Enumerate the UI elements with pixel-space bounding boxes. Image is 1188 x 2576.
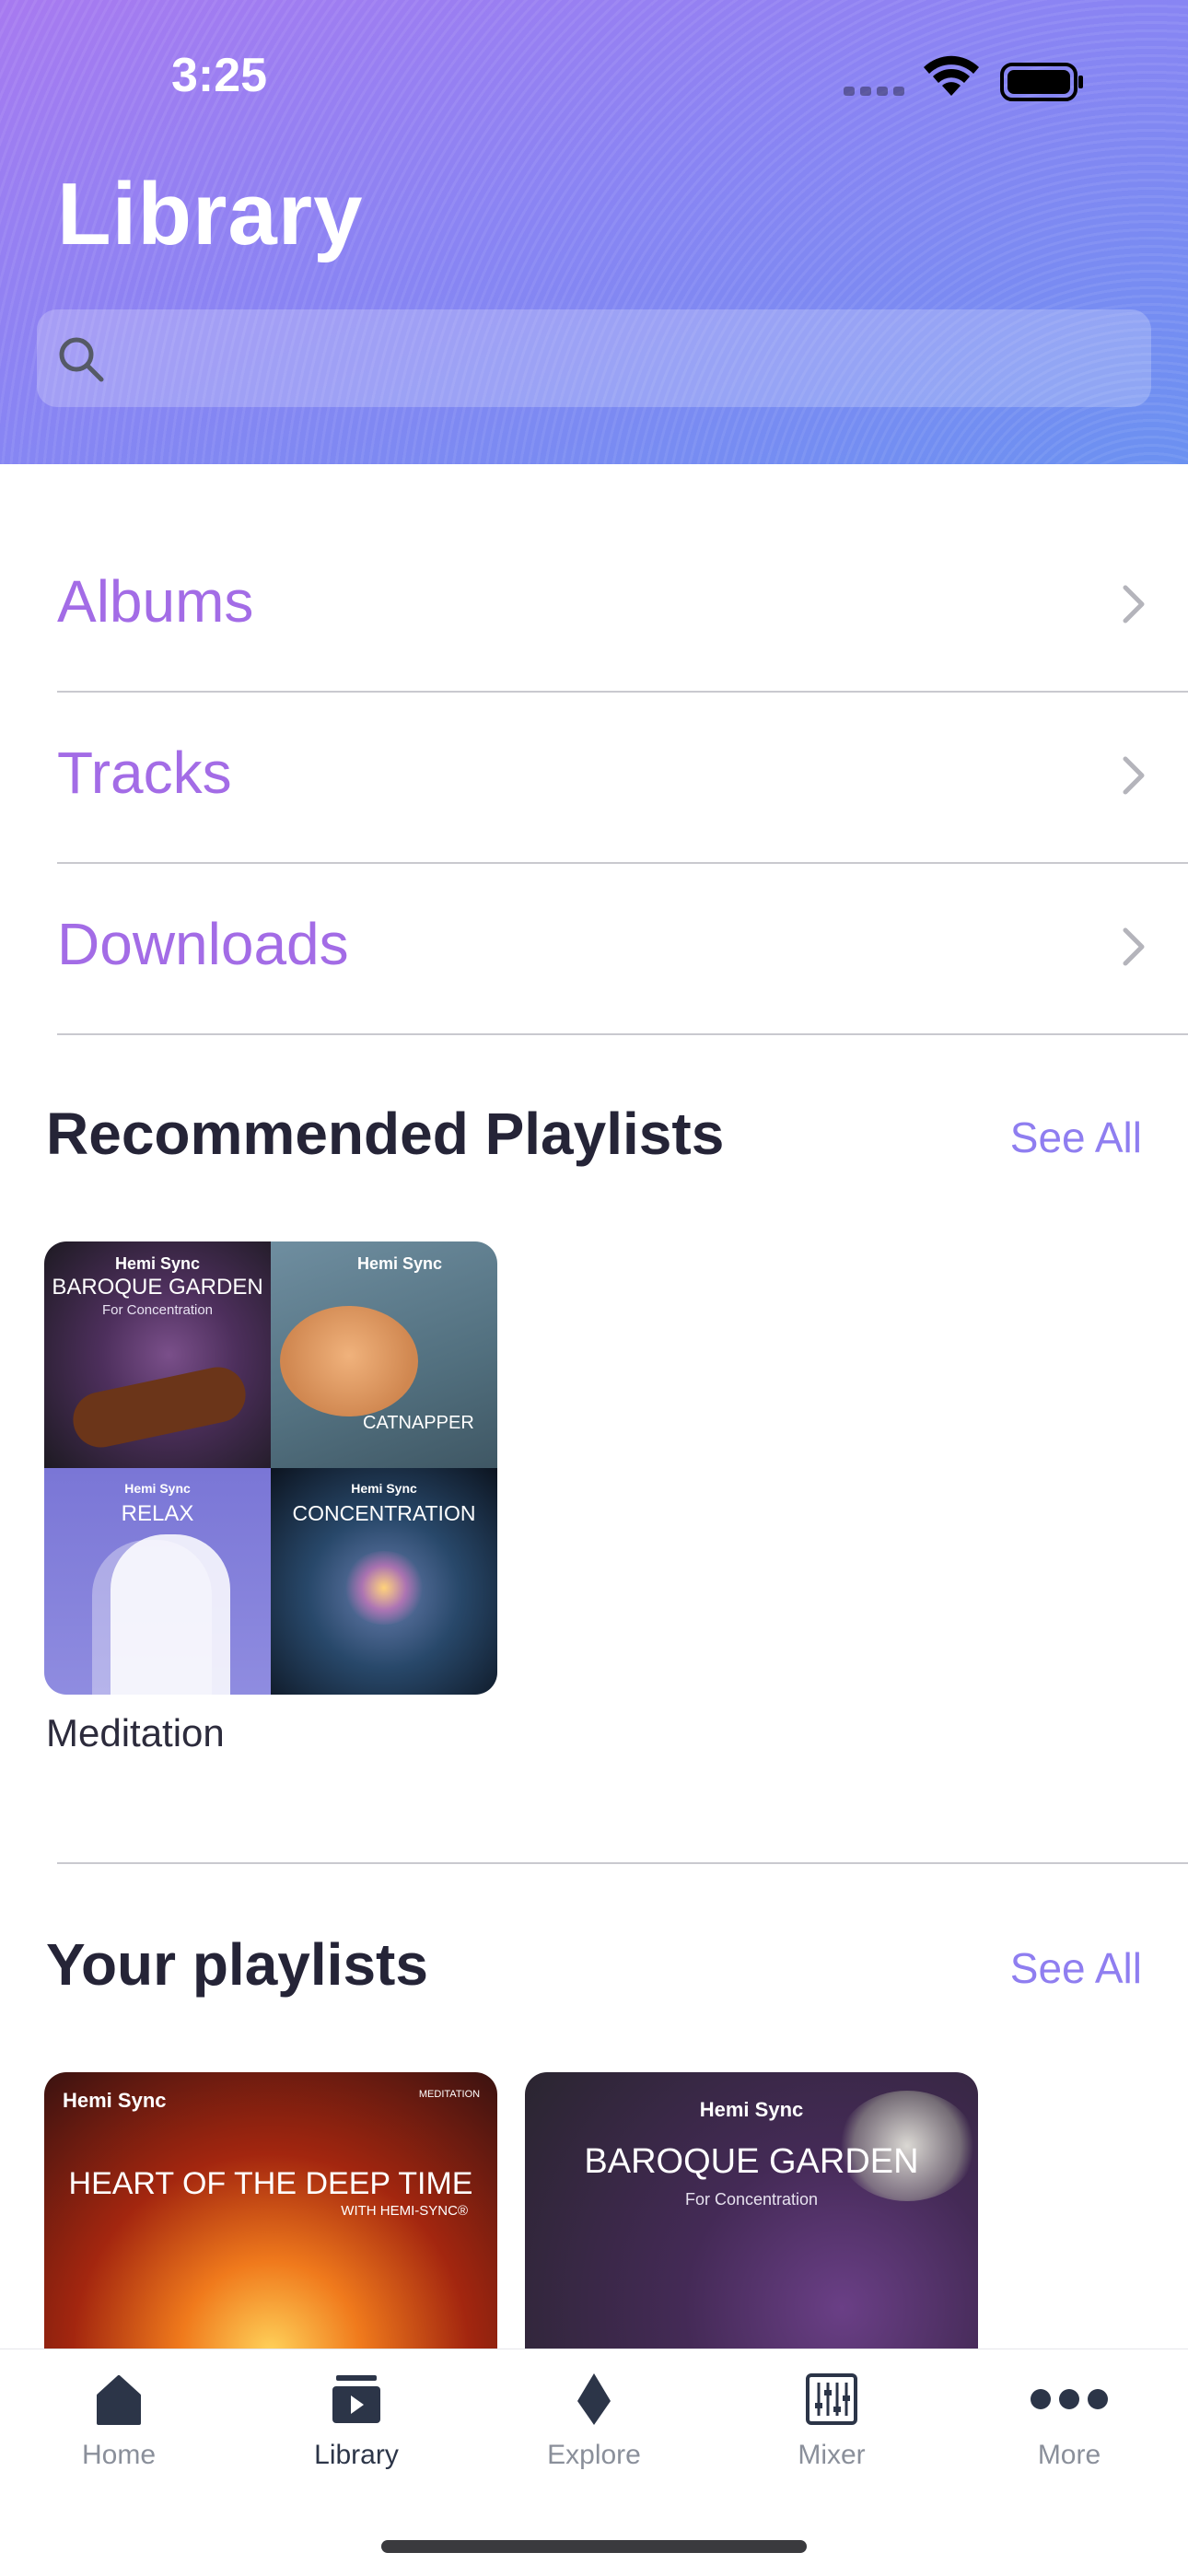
tab-label: Home bbox=[81, 2440, 157, 2470]
cover-title: CATNAPPER bbox=[363, 1413, 474, 1433]
tab-label: Mixer bbox=[798, 2440, 866, 2470]
status-icons bbox=[844, 55, 1083, 101]
library-header: 3:25 Library bbox=[0, 0, 1188, 464]
tab-label: Library bbox=[314, 2440, 399, 2470]
battery-icon bbox=[1000, 63, 1083, 101]
menu-row-label: Albums bbox=[57, 568, 254, 635]
head-silhouette bbox=[111, 1534, 230, 1695]
section-title-recommended: Recommended Playlists bbox=[46, 1101, 725, 1167]
home-icon bbox=[97, 2375, 141, 2425]
cover-brand: Hemi Sync bbox=[699, 2098, 804, 2121]
cat-shape bbox=[280, 1306, 418, 1416]
cover-brand: Hemi Sync bbox=[124, 1481, 191, 1496]
chevron-right-icon bbox=[1123, 585, 1145, 624]
cover-title: BAROQUE GARDEN bbox=[52, 1275, 263, 1300]
wifi-icon bbox=[924, 55, 979, 96]
signal-icon bbox=[844, 87, 904, 96]
tab-label: Explore bbox=[547, 2440, 641, 2470]
menu-row-albums[interactable]: Albums bbox=[57, 519, 1188, 693]
cover-brand: Hemi Sync bbox=[114, 1254, 201, 1273]
page-title: Library bbox=[57, 165, 364, 263]
cover-brand: Hemi Sync bbox=[351, 1481, 417, 1496]
search-input[interactable] bbox=[125, 309, 1133, 409]
cover-brand: Hemi Sync bbox=[356, 1254, 443, 1273]
playlist-cover-heart-of-the-deep-time[interactable]: Hemi Sync MEDITATION HEART OF THE DEEP T… bbox=[44, 2072, 497, 2367]
cover-badge: MEDITATION bbox=[418, 2089, 481, 2100]
mixer-icon bbox=[806, 2373, 857, 2425]
section-divider bbox=[57, 1862, 1188, 1864]
album-art-catnapper: Hemi Sync CATNAPPER bbox=[271, 1241, 497, 1468]
home-indicator bbox=[381, 2540, 807, 2553]
menu-row-label: Downloads bbox=[57, 911, 349, 977]
tab-home[interactable]: Home bbox=[0, 2372, 238, 2491]
explore-icon bbox=[577, 2373, 611, 2425]
playlist-name: Meditation bbox=[46, 1711, 225, 1754]
section-title-your-playlists: Your playlists bbox=[46, 1931, 428, 1998]
search-icon bbox=[59, 337, 104, 382]
cover-brand: Hemi Sync bbox=[63, 2089, 167, 2112]
violin-shape bbox=[67, 1361, 251, 1453]
album-art-baroque-garden: Hemi Sync BAROQUE GARDEN For Concentrati… bbox=[44, 1241, 271, 1468]
see-all-your-playlists-link[interactable]: See All bbox=[1010, 1943, 1142, 1993]
cover-title: RELAX bbox=[121, 1501, 194, 1526]
more-icon bbox=[1031, 2389, 1108, 2409]
glow-shape bbox=[343, 1551, 425, 1625]
menu-row-downloads[interactable]: Downloads bbox=[57, 862, 1188, 1035]
library-icon bbox=[332, 2375, 380, 2423]
cover-title: CONCENTRATION bbox=[292, 1501, 476, 1525]
tab-mixer[interactable]: Mixer bbox=[713, 2372, 950, 2491]
tab-label: More bbox=[1037, 2440, 1101, 2470]
cover-subtitle: WITH HEMI-SYNC® bbox=[341, 2203, 468, 2219]
tab-explore[interactable]: Explore bbox=[475, 2372, 713, 2491]
status-time: 3:25 bbox=[171, 49, 268, 102]
search-bar[interactable] bbox=[37, 309, 1151, 409]
album-art-concentration: Hemi Sync CONCENTRATION bbox=[271, 1468, 497, 1695]
cover-title: HEART OF THE DEEP TIME bbox=[68, 2166, 473, 2201]
menu-row-tracks[interactable]: Tracks bbox=[57, 691, 1188, 864]
tab-library[interactable]: Library bbox=[238, 2372, 475, 2491]
cover-title: BAROQUE GARDEN bbox=[584, 2142, 919, 2181]
menu-row-label: Tracks bbox=[57, 740, 232, 806]
see-all-recommended-link[interactable]: See All bbox=[1010, 1113, 1142, 1162]
cover-subtitle: For Concentration bbox=[684, 2190, 819, 2209]
cover-subtitle: For Concentration bbox=[101, 1302, 214, 1318]
tab-more[interactable]: More bbox=[950, 2372, 1188, 2491]
album-art-relax: Hemi Sync RELAX bbox=[44, 1468, 271, 1695]
playlist-cover-meditation[interactable]: Hemi Sync BAROQUE GARDEN For Concentrati… bbox=[44, 1241, 497, 1695]
chevron-right-icon bbox=[1123, 756, 1145, 795]
chevron-right-icon bbox=[1123, 927, 1145, 966]
playlist-cover-baroque-garden[interactable]: Hemi Sync BAROQUE GARDEN For Concentrati… bbox=[525, 2072, 978, 2367]
